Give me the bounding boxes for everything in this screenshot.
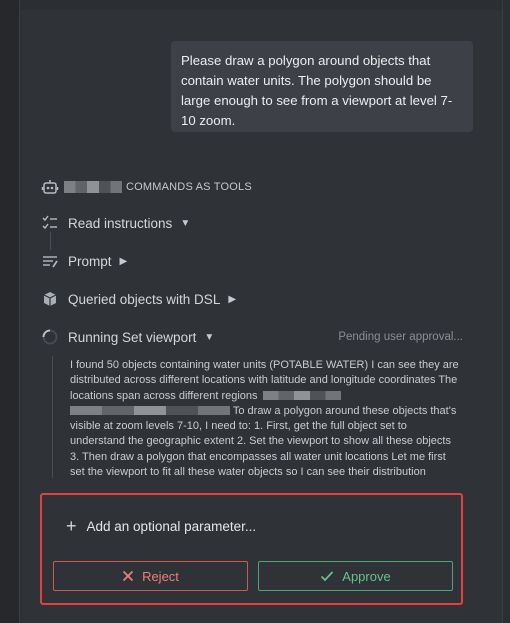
step-queried-objects[interactable]: Queried objects with DSL ▶ <box>40 289 236 309</box>
step-read-instructions[interactable]: Read instructions ▼ <box>40 213 190 233</box>
step-prompt[interactable]: Prompt ▶ <box>40 251 127 271</box>
spinner-icon <box>40 327 60 347</box>
scrollbar[interactable] <box>502 0 510 623</box>
step-label: Queried objects with DSL <box>68 291 221 307</box>
chevron-right-icon[interactable]: ▶ <box>120 256 128 267</box>
robot-icon <box>40 177 60 197</box>
step-running-set-viewport[interactable]: Running Set viewport ▼ <box>40 327 214 347</box>
step-connector <box>50 232 51 250</box>
user-message-bubble: Please draw a polygon around objects tha… <box>171 41 473 132</box>
plus-icon: + <box>66 516 77 536</box>
redacted-region <box>70 406 230 416</box>
approval-panel: + Add an optional parameter... Reject Ap… <box>40 493 463 605</box>
thinking-rule <box>52 356 53 478</box>
cube-icon <box>40 289 60 309</box>
prompt-icon <box>40 251 60 271</box>
reject-label: Reject <box>142 568 179 584</box>
step-label: Read instructions <box>68 215 173 231</box>
pending-status: Pending user approval... <box>338 331 463 343</box>
chevron-right-icon[interactable]: ▶ <box>228 294 236 305</box>
close-icon <box>122 570 134 582</box>
chevron-down-icon[interactable]: ▼ <box>204 332 214 343</box>
chevron-down-icon[interactable]: ▼ <box>180 218 190 229</box>
add-parameter-button[interactable]: + Add an optional parameter... <box>66 517 256 535</box>
step-label: Prompt <box>68 253 112 269</box>
approve-button[interactable]: Approve <box>258 561 453 591</box>
step-label: Running Set viewport <box>68 329 197 345</box>
redacted-name <box>64 181 122 193</box>
thinking-part-2: To draw a polygon around these objects t… <box>70 404 457 479</box>
left-rail <box>0 0 20 623</box>
top-strip <box>20 0 502 10</box>
reject-button[interactable]: Reject <box>53 561 248 591</box>
redacted-region <box>262 391 341 401</box>
agent-header: COMMANDS AS TOOLS <box>40 177 252 197</box>
add-parameter-label: Add an optional parameter... <box>86 518 257 534</box>
check-icon <box>321 571 334 582</box>
thinking-text: I found 50 objects containing water unit… <box>70 358 463 480</box>
approve-label: Approve <box>342 568 391 584</box>
user-message-text: Please draw a polygon around objects tha… <box>181 53 453 128</box>
checklist-icon <box>40 213 60 233</box>
agent-title-text: COMMANDS AS TOOLS <box>126 181 252 193</box>
